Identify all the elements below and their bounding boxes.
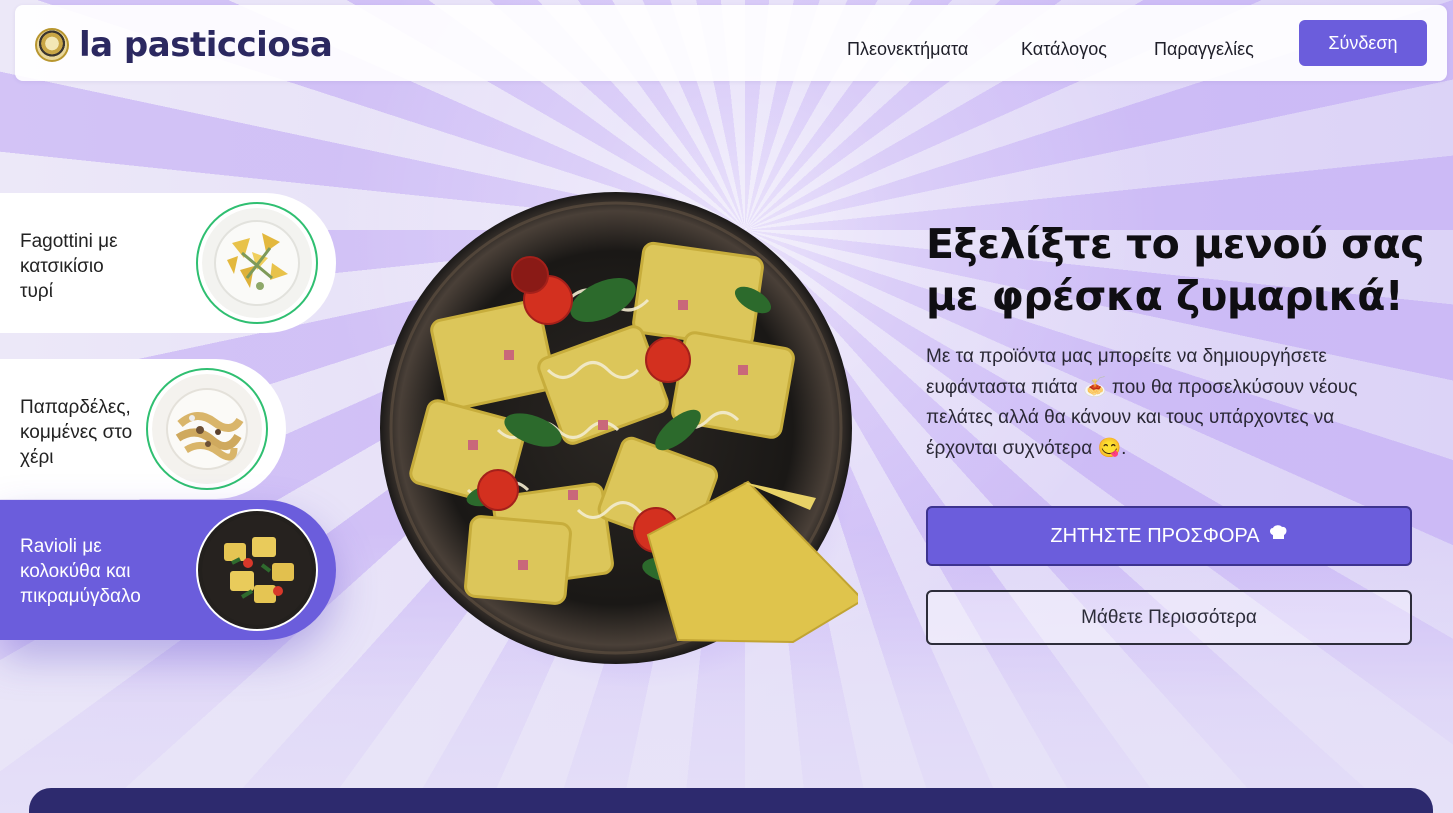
product-card-ravioli[interactable]: Ravioli με κολοκύθα και πικραμύγδαλο bbox=[0, 500, 336, 640]
brand-name: la pasticciosa bbox=[79, 25, 333, 65]
product-card-fagottini[interactable]: Fagottini με κατσικίσιο τυρί bbox=[0, 193, 336, 333]
chef-hat-icon bbox=[1268, 523, 1288, 549]
pasta-seal-logo-icon bbox=[35, 28, 69, 62]
ravioli-dish-image bbox=[202, 515, 312, 625]
yum-face-icon: 😋 bbox=[1097, 437, 1122, 459]
product-card-label: Ravioli με κολοκύθα και πικραμύγδαλο bbox=[20, 536, 141, 607]
product-card-label: Fagottini με κατσικίσιο τυρί bbox=[20, 231, 118, 302]
next-section-band bbox=[29, 788, 1433, 813]
request-offer-label: ΖΗΤΗΣΤΕ ΠΡΟΣΦΟΡΑ bbox=[1050, 524, 1260, 547]
top-navbar: la pasticciosa Πλεονεκτήματα Κατάλογος Π… bbox=[15, 5, 1447, 81]
pappardelle-dish-image bbox=[152, 374, 262, 484]
learn-more-button[interactable]: Μάθετε Περισσότερα bbox=[926, 590, 1412, 645]
product-thumbnail bbox=[146, 368, 268, 490]
brand-logo[interactable]: la pasticciosa bbox=[35, 25, 333, 65]
hero-description: Με τα προϊόντα μας μπορείτε να δημιουργή… bbox=[926, 346, 1358, 459]
product-thumbnail bbox=[196, 202, 318, 324]
login-button[interactable]: Σύνδεση bbox=[1299, 20, 1427, 66]
hero-title: Εξελίξτε το μενού σας με φρέσκα ζυμαρικά… bbox=[926, 220, 1425, 320]
product-card-pappardelle[interactable]: Παπαρδέλες, κομμένες στο χέρι bbox=[0, 359, 286, 499]
fagottini-dish-image bbox=[202, 208, 312, 318]
nav-link-advantages[interactable]: Πλεονεκτήματα bbox=[847, 39, 968, 60]
request-offer-button[interactable]: ΖΗΤΗΣΤΕ ΠΡΟΣΦΟΡΑ bbox=[926, 506, 1412, 566]
hero-dish-image bbox=[378, 190, 858, 690]
nav-link-catalog[interactable]: Κατάλογος bbox=[1021, 39, 1107, 60]
nav-link-orders[interactable]: Παραγγελίες bbox=[1154, 39, 1254, 60]
product-card-label: Παπαρδέλες, κομμένες στο χέρι bbox=[20, 397, 133, 468]
pasta-plate-icon: 🍝 bbox=[1082, 376, 1107, 398]
product-thumbnail bbox=[196, 509, 318, 631]
